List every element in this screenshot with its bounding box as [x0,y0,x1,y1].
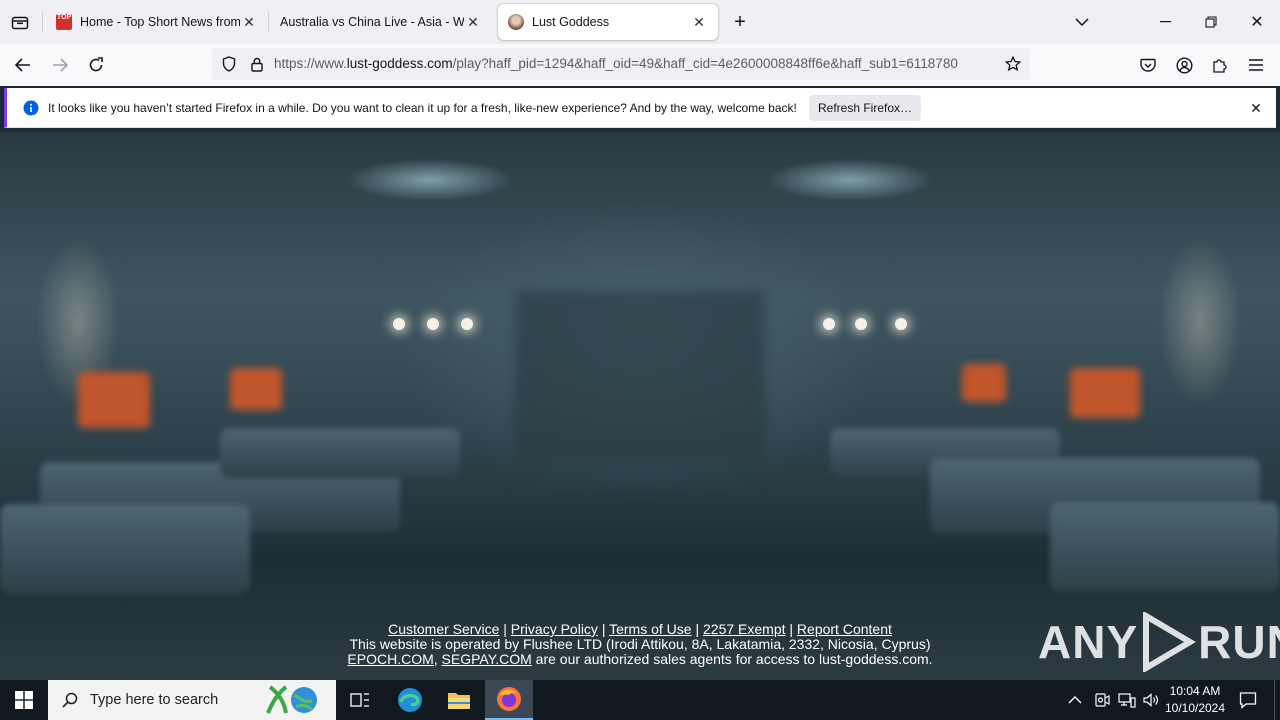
search-placeholder: Type here to search [90,692,219,708]
watermark-right-text: RUN [1198,616,1280,668]
close-notification-icon[interactable]: ✕ [1247,99,1265,117]
app-menu-hamburger-icon[interactable] [1244,53,1268,77]
close-tab-icon[interactable]: ✕ [690,13,708,31]
reload-icon[interactable] [83,52,109,78]
link-separator: | [785,621,797,637]
tab-overview-icon[interactable] [8,10,32,34]
minimize-window-icon[interactable] [1150,8,1180,36]
url-text[interactable]: https://www.lust-goddess.com/play?haff_p… [274,56,994,71]
play-triangle-icon [1143,612,1197,672]
top-news-favicon-icon: TOP [56,14,72,30]
info-icon [23,100,39,116]
lust-goddess-favicon-icon [508,14,524,30]
url-prefix: https://www. [274,56,347,71]
link-separator: | [597,621,610,637]
link-separator: | [691,621,703,637]
taskbar-search-box[interactable]: Type here to search [48,680,336,720]
page-content: Customer Service | Privacy Policy | Term… [0,132,1280,680]
navigation-bar: https://www.lust-goddess.com/play?haff_p… [0,44,1280,86]
meet-now-icon[interactable] [1094,692,1110,708]
tracking-protection-shield-icon[interactable] [220,55,238,73]
file-explorer-icon[interactable] [435,680,483,720]
network-icon[interactable] [1118,692,1136,708]
tab-lust-goddess[interactable]: Lust Goddess ✕ [498,4,718,40]
report-content-link[interactable]: Report Content [797,621,892,637]
edge-browser-icon[interactable] [386,680,434,720]
2257-exempt-link[interactable]: 2257 Exempt [703,621,786,637]
windows-taskbar: Type here to search 10:04 AM 10/10/2024 [0,680,1280,720]
taskbar-clock[interactable]: 10:04 AM 10/10/2024 [1160,683,1230,717]
url-path: /play?haff_pid=1294&haff_oid=49&haff_cid… [452,56,958,71]
forward-arrow-icon[interactable] [47,52,73,78]
tab-title: Lust Goddess [532,15,610,29]
extensions-puzzle-icon[interactable] [1208,53,1232,77]
customer-service-link[interactable]: Customer Service [388,621,499,637]
agent-separator: , [433,651,442,667]
list-all-tabs-chevron-icon[interactable] [1070,10,1094,34]
pocket-icon[interactable] [1136,53,1160,77]
back-arrow-icon[interactable] [10,52,36,78]
close-window-icon[interactable]: ✕ [1242,8,1272,36]
system-tray [1068,680,1160,720]
search-icon [62,692,78,708]
tab-title: Australia vs China Live - Asia - Worl [280,15,464,29]
volume-icon[interactable] [1142,692,1160,708]
epoch-link[interactable]: EPOCH.COM [347,651,433,667]
tab-title: Home - Top Short News from A [80,15,240,29]
refresh-firefox-button[interactable]: Refresh Firefox… [809,95,921,121]
link-separator: | [499,621,511,637]
agents-tail-text: are our authorized sales agents for acce… [531,651,933,667]
terms-of-use-link[interactable]: Terms of Use [609,621,691,637]
notifications-icon[interactable] [1228,680,1268,720]
firefox-taskbar-icon[interactable] [485,680,533,720]
new-tab-icon[interactable]: + [728,10,752,34]
task-view-icon[interactable] [336,680,384,720]
lock-icon[interactable] [248,55,266,73]
bookmark-star-icon[interactable] [1004,55,1022,73]
account-icon[interactable] [1172,53,1196,77]
close-tab-icon[interactable]: ✕ [240,13,258,31]
clock-time: 10:04 AM [1169,684,1221,698]
search-highlight-icon [266,685,317,714]
watermark-left-text: ANY [1038,616,1139,668]
clock-date: 10/10/2024 [1164,701,1226,715]
tab-separator [268,12,269,32]
windows-start-icon[interactable] [0,680,48,720]
refresh-firefox-notification: It looks like you haven’t started Firefo… [4,88,1276,128]
tab-australia-vs-china[interactable]: Australia vs China Live - Asia - Worl ✕ [270,4,492,40]
tab-bar: TOP Home - Top Short News from A ✕ Austr… [0,0,1280,44]
tab-top-short-news[interactable]: TOP Home - Top Short News from A ✕ [46,4,268,40]
segpay-link[interactable]: SEGPAY.COM [442,651,532,667]
show-hidden-icons-chevron-icon[interactable] [1068,696,1082,704]
tab-separator [42,12,43,32]
restore-window-icon[interactable] [1196,8,1226,36]
url-host: lust-goddess.com [346,56,453,71]
anyrun-watermark: ANY RUN [1038,612,1280,672]
close-tab-icon[interactable]: ✕ [464,13,482,31]
notification-message: It looks like you haven’t started Firefo… [48,101,797,115]
show-desktop-button[interactable] [1274,680,1280,720]
url-bar[interactable]: https://www.lust-goddess.com/play?haff_p… [212,48,1030,80]
privacy-policy-link[interactable]: Privacy Policy [511,621,598,637]
